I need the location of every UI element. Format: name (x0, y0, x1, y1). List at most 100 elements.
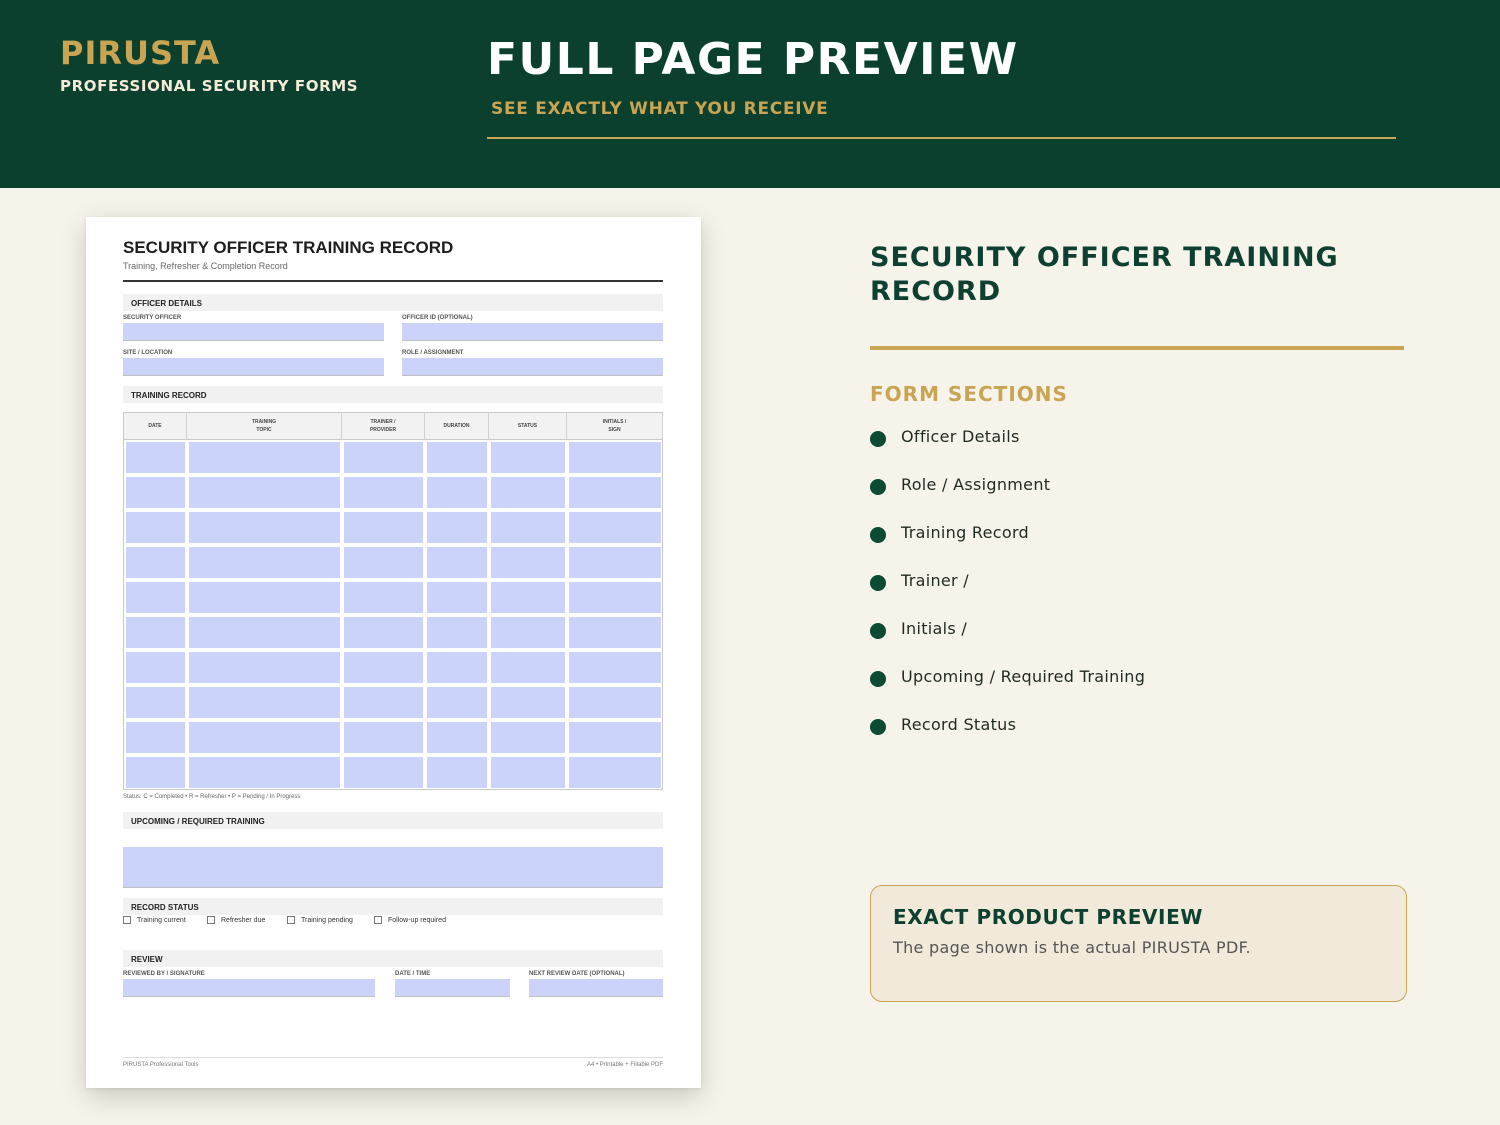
table-input-cell[interactable] (126, 547, 185, 578)
checkbox-refresher-due[interactable]: Refresher due (207, 916, 265, 924)
form-section-label: Training Record (901, 522, 1029, 542)
table-input-cell[interactable] (189, 442, 340, 473)
table-input-cell[interactable] (189, 477, 340, 508)
table-input-cell[interactable] (427, 582, 487, 613)
table-input-cell[interactable] (126, 617, 185, 648)
table-input-cell[interactable] (126, 757, 185, 788)
field-role-assignment[interactable] (402, 358, 663, 376)
table-input-cell[interactable] (126, 722, 185, 753)
checkbox-label: Training pending (301, 916, 353, 924)
section-review: REVIEW (123, 950, 663, 967)
table-input-cell[interactable] (491, 512, 565, 543)
table-input-cell[interactable] (569, 722, 661, 753)
table-input-cell[interactable] (427, 617, 487, 648)
table-input-cell[interactable] (427, 477, 487, 508)
table-input-cell[interactable] (189, 547, 340, 578)
table-input-cell[interactable] (491, 442, 565, 473)
table-input-cell[interactable] (427, 757, 487, 788)
document-preview: SECURITY OFFICER TRAINING RECORD Trainin… (86, 217, 701, 1088)
field-upcoming-training[interactable] (123, 847, 663, 888)
table-input-cell[interactable] (569, 582, 661, 613)
table-input-cell[interactable] (427, 547, 487, 578)
label-reviewed-by: REVIEWED BY / SIGNATURE (123, 971, 205, 977)
table-input-cell[interactable] (569, 512, 661, 543)
table-input-cell[interactable] (189, 512, 340, 543)
table-input-cell[interactable] (569, 442, 661, 473)
field-security-officer[interactable] (123, 323, 384, 341)
form-sections-heading: FORM SECTIONS (870, 382, 1068, 406)
table-input-cell[interactable] (427, 652, 487, 683)
table-input-cell[interactable] (189, 687, 340, 718)
field-officer-id[interactable] (402, 323, 663, 341)
document-title: SECURITY OFFICER TRAINING RECORD (123, 238, 454, 257)
checkbox-training-current[interactable]: Training current (123, 916, 186, 924)
table-input-cell[interactable] (189, 722, 340, 753)
checkbox-follow-up-required[interactable]: Follow-up required (374, 916, 446, 924)
field-next-review[interactable] (529, 979, 663, 997)
callout-title: EXACT PRODUCT PREVIEW (893, 905, 1203, 929)
field-date-time[interactable] (395, 979, 510, 997)
table-header-cell: TRAINER / PROVIDER (342, 413, 425, 440)
table-input-cell[interactable] (491, 617, 565, 648)
table-input-cell[interactable] (189, 757, 340, 788)
table-input-cell[interactable] (569, 652, 661, 683)
field-site-location[interactable] (123, 358, 384, 376)
table-input-cell[interactable] (491, 547, 565, 578)
table-input-cell[interactable] (569, 477, 661, 508)
table-input-cell[interactable] (569, 617, 661, 648)
table-input-cell[interactable] (427, 722, 487, 753)
bullet-dot-icon (870, 623, 886, 639)
table-input-cell[interactable] (126, 687, 185, 718)
table-input-cell[interactable] (427, 512, 487, 543)
table-input-cell[interactable] (126, 512, 185, 543)
checkbox-label: Refresher due (221, 916, 266, 924)
status-legend: Status: C = Completed • R = Refresher • … (123, 794, 301, 800)
table-input-cell[interactable] (569, 687, 661, 718)
table-input-cell[interactable] (491, 652, 565, 683)
table-input-cell[interactable] (344, 757, 423, 788)
table-input-cell[interactable] (344, 547, 423, 578)
table-input-cell[interactable] (126, 652, 185, 683)
table-input-cell[interactable] (427, 442, 487, 473)
table-input-cell[interactable] (344, 617, 423, 648)
callout-text: The page shown is the actual PIRUSTA PDF… (893, 938, 1251, 957)
table-header-cell: DURATION (425, 413, 489, 440)
table-input-cell[interactable] (491, 477, 565, 508)
table-input-cell[interactable] (189, 652, 340, 683)
table-input-cell[interactable] (344, 442, 423, 473)
table-input-cell[interactable] (344, 582, 423, 613)
table-input-cell[interactable] (491, 582, 565, 613)
checkbox-box[interactable] (123, 916, 131, 924)
table-input-cell[interactable] (126, 477, 185, 508)
table-input-cell[interactable] (569, 547, 661, 578)
table-input-cell[interactable] (344, 722, 423, 753)
table-input-cell[interactable] (344, 652, 423, 683)
page-title: FULL PAGE PREVIEW (487, 34, 1019, 85)
checkbox-box[interactable] (374, 916, 382, 924)
footer-rule (123, 1057, 663, 1058)
form-section-label: Upcoming / Required Training (901, 666, 1146, 686)
table-header-cell: DATE (124, 413, 187, 440)
table-input-cell[interactable] (569, 757, 661, 788)
table-input-cell[interactable] (427, 687, 487, 718)
form-section-label: Trainer / (901, 570, 969, 590)
table-input-cell[interactable] (344, 477, 423, 508)
checkbox-training-pending[interactable]: Training pending (287, 916, 353, 924)
document-title-rule (123, 280, 663, 282)
table-input-cell[interactable] (126, 442, 185, 473)
table-input-cell[interactable] (491, 722, 565, 753)
table-input-cell[interactable] (344, 687, 423, 718)
label-next-review: NEXT REVIEW DATE (OPTIONAL) (529, 971, 625, 977)
checkbox-box[interactable] (207, 916, 215, 924)
table-input-cell[interactable] (189, 617, 340, 648)
table-input-cell[interactable] (491, 757, 565, 788)
checkbox-label: Follow-up required (388, 916, 446, 924)
table-input-cell[interactable] (491, 687, 565, 718)
form-section-item: Upcoming / Required Training (870, 665, 1145, 687)
table-input-cell[interactable] (189, 582, 340, 613)
field-reviewed-by[interactable] (123, 979, 375, 997)
table-input-cell[interactable] (344, 512, 423, 543)
checkbox-box[interactable] (287, 916, 295, 924)
product-title: SECURITY OFFICER TRAINING RECORD (870, 242, 1339, 307)
table-input-cell[interactable] (126, 582, 185, 613)
